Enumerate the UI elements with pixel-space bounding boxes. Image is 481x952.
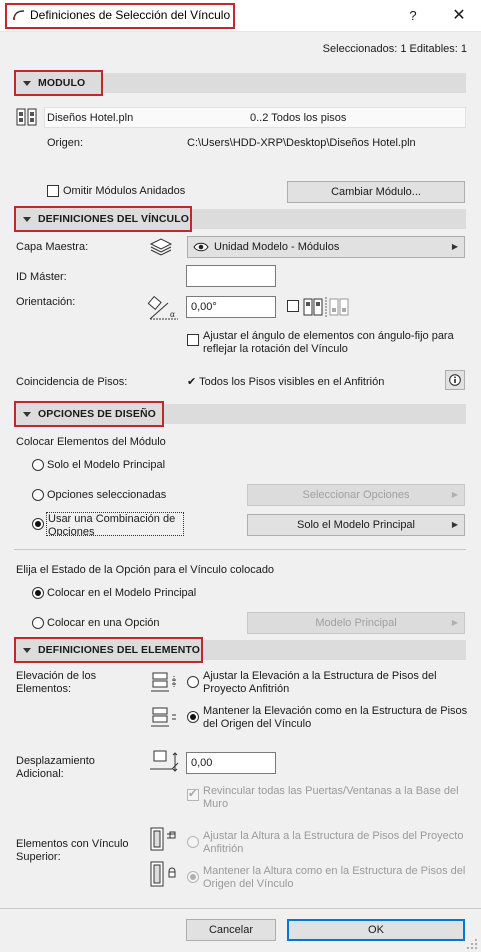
dropdown-arrow-icon: ▶ — [451, 618, 458, 627]
app-icon — [13, 10, 25, 21]
master-id-label: ID Máster: — [16, 271, 67, 283]
collapse-triangle-icon — [23, 648, 31, 653]
radio-keep-height — [187, 871, 199, 883]
radio-keep-elevation-label: Mantener la Elevación como en la Estruct… — [203, 705, 468, 730]
place-elements-label: Colocar Elementos del Módulo — [16, 436, 166, 448]
keep-height-icon — [150, 861, 176, 887]
section-element-header[interactable]: DEFINICIONES DEL ELEMENTO — [14, 637, 203, 663]
adjust-elevation-icon — [151, 672, 176, 692]
orientation-label: Orientación: — [16, 296, 76, 308]
radio-adjust-elevation[interactable] — [187, 676, 199, 688]
master-layer-value: Unidad Modelo - Módulos — [214, 241, 340, 253]
dropdown-arrow-icon: ▶ — [451, 520, 458, 529]
window-title: Definiciones de Selección del Vínculo — [30, 8, 231, 22]
section-module-header[interactable]: MODULO — [14, 70, 103, 96]
section-element-title: DEFINICIONES DEL ELEMENTO — [38, 644, 200, 656]
omit-nested-label: Omitir Módulos Anidados — [63, 185, 186, 197]
info-button[interactable] — [445, 370, 465, 390]
origin-label: Origen: — [47, 137, 84, 149]
radio-use-combination-label: Usar una Combinación de Opciones — [46, 512, 184, 536]
layers-icon — [149, 238, 173, 256]
combination-select[interactable]: Solo el Modelo Principal ▶ — [247, 514, 465, 536]
section-module-title: MODULO — [38, 77, 86, 89]
radio-keep-elevation[interactable] — [187, 711, 199, 723]
select-options-button: Seleccionar Opciones ▶ — [247, 484, 465, 506]
cancel-button[interactable]: Cancelar — [186, 919, 276, 941]
option-state-label: Elija el Estado de la Opción para el Vín… — [16, 564, 275, 576]
radio-use-combination[interactable] — [32, 518, 44, 530]
master-id-input[interactable] — [186, 265, 276, 287]
check-icon: ✔ — [188, 788, 198, 800]
orientation-input[interactable]: 0,00° — [186, 296, 276, 318]
dropdown-arrow-icon: ▶ — [451, 242, 458, 251]
master-layer-select[interactable]: Unidad Modelo - Módulos ▶ — [187, 236, 465, 258]
section-design-title: OPCIONES DE DISEÑO — [38, 408, 156, 420]
offset-input[interactable]: 0,00 — [186, 752, 276, 774]
option-value: Modelo Principal — [315, 617, 397, 629]
radio-place-main[interactable] — [32, 587, 44, 599]
elevation-label: Elevación de los Elementos: — [16, 670, 97, 695]
radio-main-model[interactable] — [32, 459, 44, 471]
radio-place-option[interactable] — [32, 617, 44, 629]
module-floors: 0..2 Todos los pisos — [250, 112, 347, 124]
ok-button[interactable]: OK — [287, 919, 465, 941]
combination-value: Solo el Modelo Principal — [296, 519, 415, 531]
radio-adjust-height — [187, 836, 199, 848]
help-button[interactable]: ? — [400, 6, 426, 26]
adjust-height-icon — [150, 827, 176, 851]
collapse-triangle-icon — [23, 217, 31, 222]
radio-keep-height-label: Mantener la Altura como en la Estructura… — [203, 865, 466, 890]
section-link-header[interactable]: DEFINICIONES DEL VÍNCULO — [14, 206, 192, 232]
top-linked-label: Elementos con Vínculo Superior: — [16, 838, 129, 863]
footer-separator — [0, 908, 481, 909]
adjust-angle-label: Ajustar el ángulo de elementos con ángul… — [203, 330, 454, 355]
radio-place-option-label: Colocar en una Opción — [47, 617, 160, 629]
offset-label: Desplazamiento Adicional: — [16, 755, 95, 780]
floor-match-label: Coincidencia de Pisos: — [16, 376, 128, 388]
relink-label: Revincular todas las Puertas/Ventanas a … — [203, 785, 459, 810]
collapse-triangle-icon — [23, 81, 31, 86]
separator — [14, 549, 466, 550]
option-select: Modelo Principal ▶ — [247, 612, 465, 634]
svg-text:α: α — [170, 309, 175, 319]
dropdown-arrow-icon: ▶ — [451, 490, 458, 499]
radio-adjust-height-label: Ajustar la Altura a la Estructura de Pis… — [203, 830, 464, 855]
resize-grip-icon[interactable] — [466, 938, 478, 950]
origin-path: C:\Users\HDD-XRP\Desktop\Diseños Hotel.p… — [187, 137, 416, 149]
mirror-checkbox[interactable] — [287, 300, 299, 312]
mirror-icon — [303, 297, 349, 317]
master-layer-label: Capa Maestra: — [16, 241, 89, 253]
section-design-header[interactable]: OPCIONES DE DISEÑO — [14, 401, 164, 427]
floor-match-value: ✔ Todos los Pisos visibles en el Anfitri… — [187, 376, 385, 388]
radio-adjust-elevation-label: Ajustar la Elevación a la Estructura de … — [203, 670, 437, 695]
adjust-angle-checkbox[interactable] — [187, 334, 199, 346]
radio-selected-options[interactable] — [32, 489, 44, 501]
info-icon — [449, 374, 461, 386]
section-link-title: DEFINICIONES DEL VÍNCULO — [38, 213, 189, 225]
relink-checkbox: ✔ — [187, 788, 199, 801]
radio-selected-options-label: Opciones seleccionadas — [47, 489, 167, 501]
selection-info: Seleccionados: 1 Editables: 1 — [322, 43, 467, 55]
module-file-name: Diseños Hotel.pln — [47, 112, 134, 124]
offset-icon — [150, 750, 179, 772]
select-options-label: Seleccionar Opciones — [302, 489, 410, 501]
radio-main-model-label: Solo el Modelo Principal — [47, 459, 166, 471]
eye-icon — [193, 242, 209, 252]
change-module-button[interactable]: Cambiar Módulo... — [287, 181, 465, 203]
radio-place-main-label: Colocar en el Modelo Principal — [47, 587, 197, 599]
close-button[interactable]: ✕ — [446, 6, 472, 26]
keep-elevation-icon — [151, 707, 176, 727]
collapse-triangle-icon — [23, 412, 31, 417]
module-file-icon — [16, 108, 37, 126]
omit-nested-checkbox[interactable] — [47, 185, 59, 197]
orientation-angle-icon: α — [147, 295, 178, 320]
